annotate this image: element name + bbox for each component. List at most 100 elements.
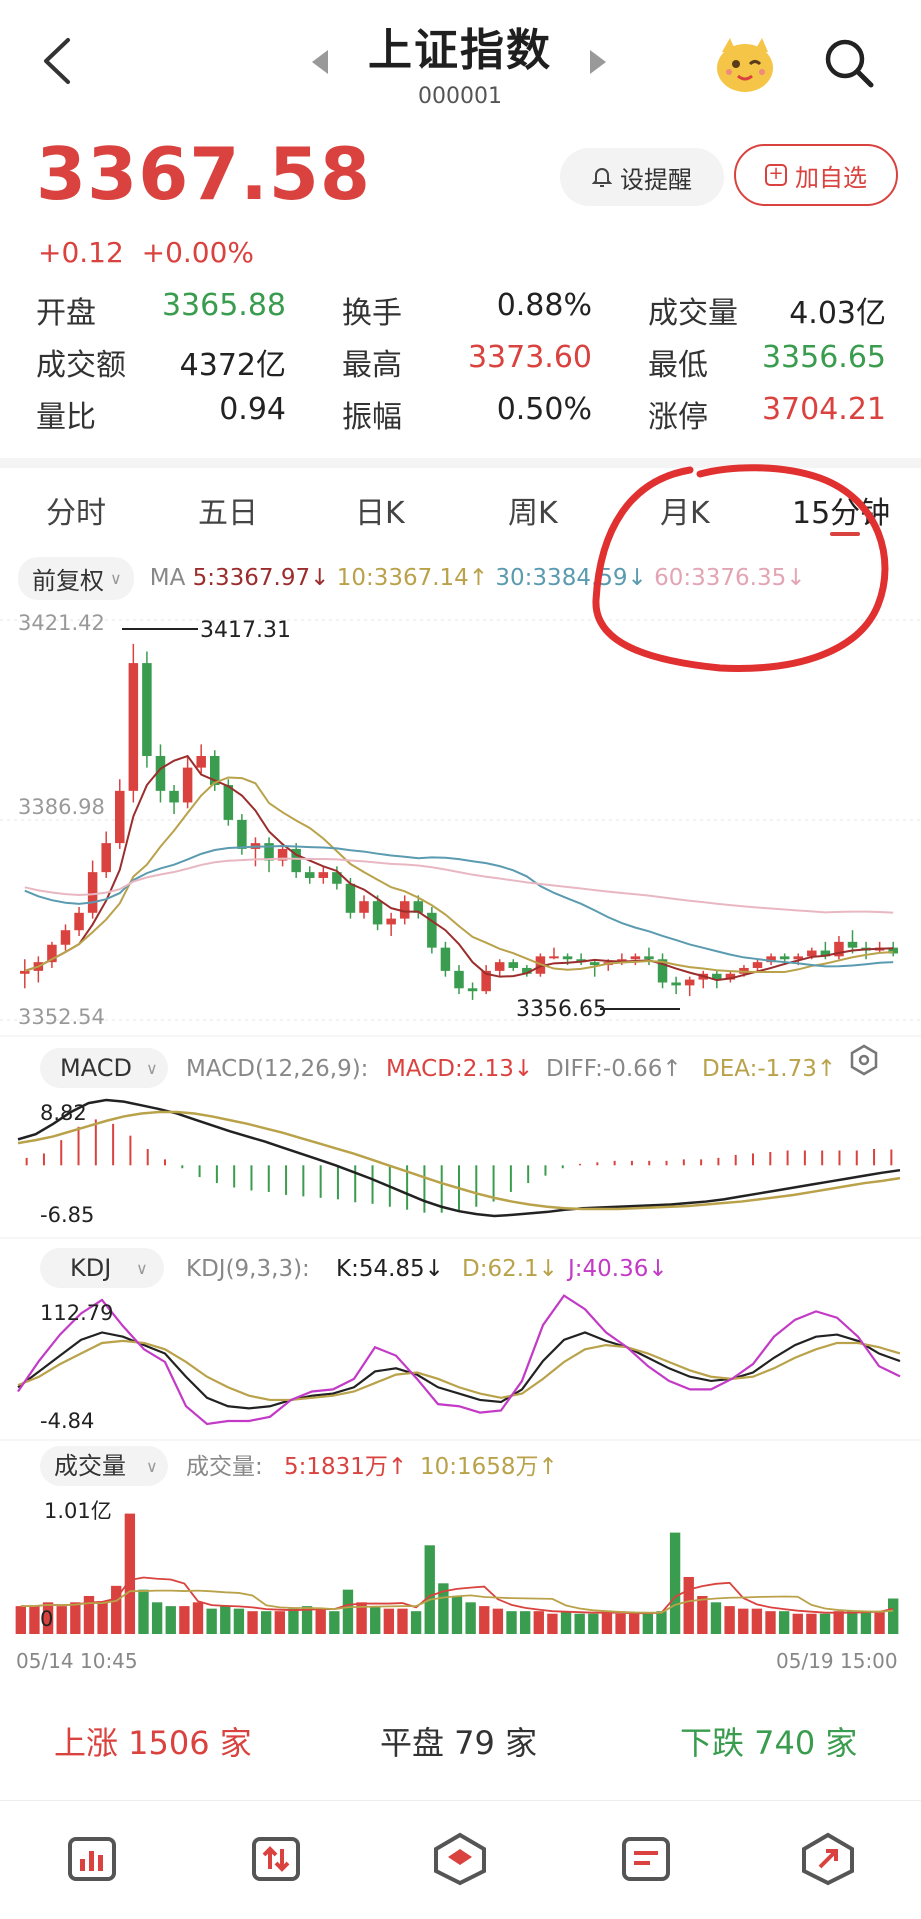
layers-icon[interactable] (432, 1831, 488, 1887)
candle-body (549, 956, 559, 959)
kdj-y-top: 112.79 (40, 1301, 113, 1325)
stat-value: 3704.21 (761, 392, 886, 427)
candle-body (169, 790, 179, 803)
volume-bar (56, 1606, 67, 1634)
stock-code: 000001 (418, 84, 502, 109)
quote-stats: 开盘 3365.88 换手 0.88% 成交量 4.03亿成交额 4372亿 最高 3373.6… (36, 284, 886, 440)
volume-bar (533, 1611, 544, 1634)
candle-body (779, 956, 790, 960)
chart-area[interactable]: 3421.42 3386.98 3352.54 3417.31 3356.65 … (0, 600, 921, 1680)
dea-value: DEA:-1.73↑ (702, 1056, 836, 1082)
candle-body (237, 819, 247, 849)
candle-body (101, 843, 111, 873)
macd-label: MACD (60, 1054, 132, 1082)
stat-item: 最高 3373.60 (342, 340, 648, 384)
candle-body (115, 790, 125, 844)
volume-bar (819, 1613, 831, 1634)
volume-bar (738, 1608, 749, 1634)
stat-item: 成交量 4.03亿 (648, 288, 886, 332)
rising-count: 上涨 1506 家 (54, 1724, 252, 1762)
candle-body (467, 988, 478, 992)
add-favorite-button[interactable]: + 加自选 (734, 144, 898, 206)
stat-label: 振幅 (342, 400, 402, 435)
stat-label: 成交额 (36, 348, 126, 383)
trade-icon[interactable] (248, 1831, 304, 1887)
volume-bar (424, 1545, 435, 1634)
volume-bar (410, 1611, 422, 1634)
tab-intraday[interactable]: 分时 (46, 488, 106, 532)
macd-params: MACD(12,26,9): (186, 1056, 368, 1082)
settings-icon[interactable] (850, 1044, 878, 1076)
diff-value: DIFF:-0.66↑ (546, 1056, 682, 1082)
search-icon[interactable] (822, 36, 876, 90)
stat-item: 开盘 3365.88 (36, 288, 342, 332)
list-icon[interactable] (618, 1831, 674, 1887)
candle-body (671, 982, 681, 986)
volume-ma10: 10:1658万↑ (420, 1454, 558, 1480)
stat-item: 换手 0.88% (342, 288, 648, 332)
kline-y-top: 3421.42 (18, 611, 105, 635)
volume-bar (792, 1613, 803, 1634)
adjust-label: 前复权 (32, 566, 104, 595)
stat-value: 4372亿 (179, 348, 286, 383)
volume-bar (97, 1602, 108, 1634)
volume-bar (465, 1602, 476, 1634)
set-alert-label: 设提醒 (620, 165, 692, 194)
bar-chart-icon[interactable] (64, 1831, 120, 1887)
volume-bar (342, 1589, 354, 1634)
volume-bar (288, 1608, 299, 1634)
market-breadth: 上涨 1506 家 平盘 79 家 下跌 740 家 (0, 1710, 921, 1770)
chevron-down-icon: ∨ (110, 568, 122, 588)
volume-bar (370, 1606, 381, 1634)
volume-bar (451, 1595, 463, 1634)
stat-row: 量比 0.94 振幅 0.50% 涨停 3704.21 (36, 388, 886, 440)
volume-bar (260, 1611, 272, 1634)
kdj-d-line (17, 1339, 901, 1402)
period-tabs: 分时 五日 日K 周K 月K 15分钟 (0, 478, 921, 538)
stat-label: 最低 (648, 348, 708, 383)
falling-count: 下跌 740 家 (680, 1724, 858, 1762)
active-tab-indicator (830, 532, 860, 536)
adjust-dropdown[interactable]: 前复权 ∨ (18, 556, 134, 600)
volume-y-bottom: 0 (40, 1607, 53, 1631)
next-stock-icon[interactable] (590, 50, 606, 74)
stat-value: 3365.88 (161, 288, 286, 323)
volume-bar (656, 1611, 667, 1634)
bottom-toolbar (0, 1800, 921, 1919)
tab-five-day[interactable]: 五日 (198, 488, 258, 532)
candle-body (182, 767, 193, 803)
volume-bar (179, 1606, 190, 1634)
candle-body (630, 956, 641, 960)
ma10-value: 10:3367.14↑ (336, 565, 489, 591)
mascot-icon[interactable] (712, 30, 778, 96)
candle-body (508, 962, 519, 968)
tab-monthly-k[interactable]: 月K (660, 488, 710, 532)
candle-body (223, 785, 234, 820)
share-icon[interactable] (800, 1831, 856, 1887)
change-percent: +0.00% (141, 236, 255, 269)
tab-weekly-k[interactable]: 周K (508, 488, 558, 532)
tab-daily-k[interactable]: 日K (355, 488, 405, 532)
volume-bar (206, 1608, 217, 1634)
ma-legend: 前复权 ∨ MA 5:3367.97↓ 10:3367.14↑ 30:3384.… (18, 556, 918, 600)
candle-body (372, 901, 383, 925)
volume-bar (479, 1606, 490, 1634)
volume-bar (697, 1595, 708, 1634)
stat-value: 0.88% (496, 288, 592, 323)
tab-15-minute[interactable]: 15分钟 (792, 488, 890, 532)
current-price: 3367.58 (36, 132, 371, 216)
plus-icon: + (765, 164, 787, 186)
volume-bar (274, 1611, 285, 1634)
ma60-line (24, 857, 894, 914)
volume-bar (315, 1608, 326, 1634)
high-mark-label: 3417.31 (200, 618, 291, 643)
set-alert-button[interactable]: 设提醒 (560, 148, 724, 206)
volume-panel (15, 1513, 899, 1634)
candle-body (752, 962, 763, 968)
volume-bar (629, 1613, 640, 1634)
top-nav: 上证指数 000001 (0, 0, 921, 120)
back-arrow-icon[interactable] (34, 34, 78, 88)
ma-label: MA (149, 565, 186, 591)
candle-body (359, 901, 369, 913)
candle-body (644, 956, 654, 960)
